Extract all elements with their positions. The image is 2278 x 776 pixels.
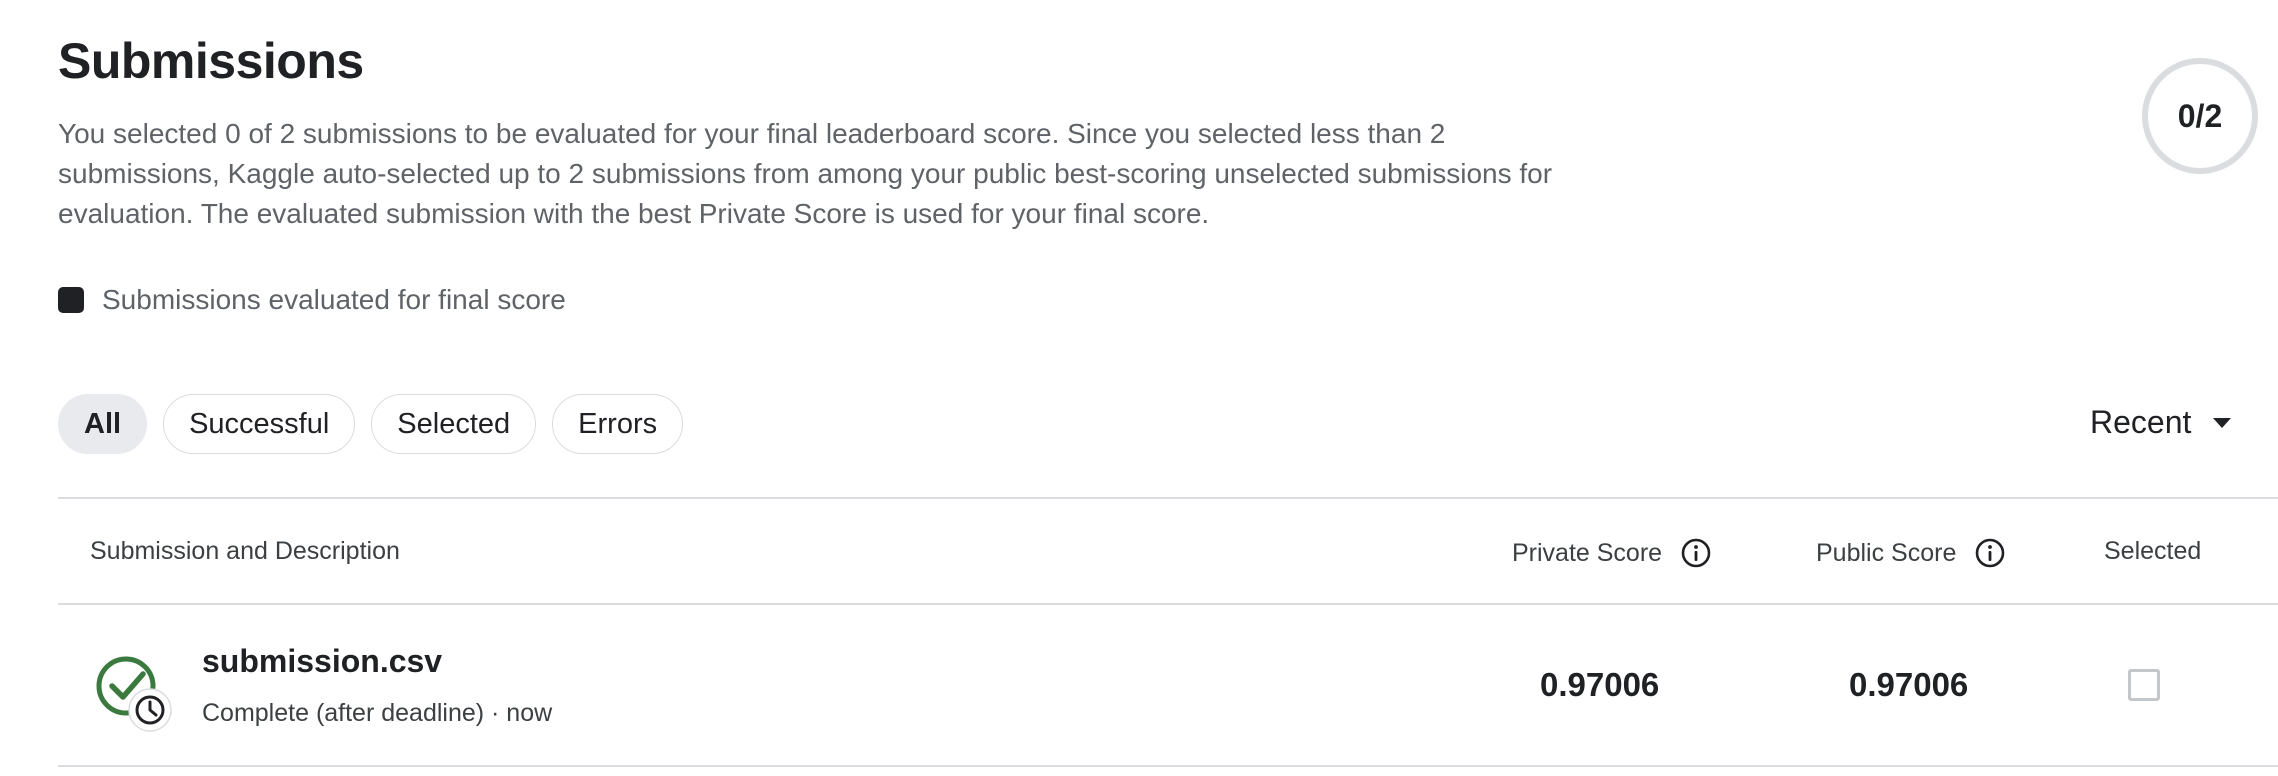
page-title: Submissions bbox=[58, 33, 364, 89]
header-public-score: Public Score bbox=[1816, 537, 2006, 569]
submission-file-name[interactable]: submission.csv bbox=[202, 643, 442, 680]
header-selected: Selected bbox=[2104, 537, 2201, 566]
submission-status: Complete (after deadline) · now bbox=[202, 699, 553, 727]
page-description: You selected 0 of 2 submissions to be ev… bbox=[58, 118, 1553, 229]
legend: Submissions evaluated for final score bbox=[58, 284, 566, 316]
header-private-score-label: Private Score bbox=[1512, 538, 1663, 567]
public-score-value: 0.97006 bbox=[1849, 666, 1969, 703]
header-submission: Submission and Description bbox=[90, 537, 400, 566]
info-icon[interactable] bbox=[1974, 537, 2006, 569]
info-icon[interactable] bbox=[1680, 537, 1712, 569]
header-selected-label: Selected bbox=[2104, 537, 2202, 565]
check-clock-icon bbox=[96, 656, 172, 732]
header-divider bbox=[58, 603, 2278, 605]
filter-chip-errors[interactable]: Errors bbox=[552, 394, 684, 454]
filter-chip-successful[interactable]: Successful bbox=[163, 394, 356, 454]
sort-dropdown[interactable]: Recent bbox=[2090, 404, 2232, 441]
selection-progress-label: 0/2 bbox=[2177, 97, 2223, 134]
submissions-page: Submissions You selected 0 of 2 submissi… bbox=[0, 0, 2278, 776]
sort-label: Recent bbox=[2090, 404, 2192, 440]
header-submission-label: Submission and Description bbox=[90, 537, 400, 565]
private-score-value: 0.97006 bbox=[1540, 666, 1660, 703]
select-submission-checkbox[interactable] bbox=[2128, 669, 2160, 701]
legend-swatch bbox=[58, 287, 84, 313]
header-private-score: Private Score bbox=[1512, 537, 1712, 569]
selection-progress-ring: 0/2 bbox=[2142, 58, 2258, 174]
caret-down-icon bbox=[2213, 417, 2232, 428]
filter-chip-all[interactable]: All bbox=[58, 394, 148, 454]
legend-label: Submissions evaluated for final score bbox=[102, 284, 566, 315]
filter-chips: All Successful Selected Errors bbox=[58, 394, 684, 454]
header-public-score-label: Public Score bbox=[1816, 538, 1957, 567]
row-divider bbox=[58, 765, 2278, 767]
filter-chip-selected[interactable]: Selected bbox=[371, 394, 537, 454]
table-top-divider bbox=[58, 497, 2278, 499]
